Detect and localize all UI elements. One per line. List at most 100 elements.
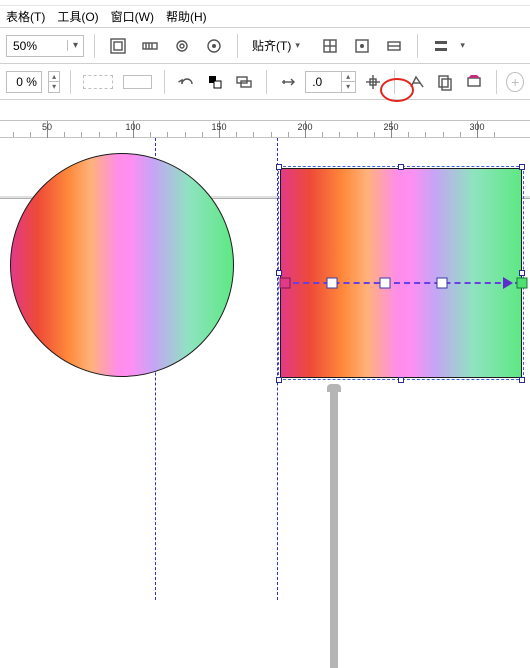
ruler-tick-minor bbox=[253, 132, 254, 137]
ruler-tick-minor bbox=[339, 132, 340, 137]
ruler-tick-minor bbox=[425, 132, 426, 137]
gradient-stop-handle[interactable] bbox=[380, 278, 391, 289]
arrange-button[interactable] bbox=[233, 69, 256, 95]
chevron-down-icon[interactable]: ▾ bbox=[67, 40, 83, 51]
ruler-tick-label: 50 bbox=[42, 122, 52, 132]
show-guides-button[interactable] bbox=[201, 33, 227, 59]
ruler-tick-minor bbox=[185, 132, 186, 137]
ruler-tick-label: 100 bbox=[125, 122, 140, 132]
ruler-tick-minor bbox=[30, 132, 31, 137]
selection-handle[interactable] bbox=[276, 270, 282, 276]
node-percent-spinner[interactable]: ▴ ▾ bbox=[48, 71, 60, 93]
gradient-stop-handle[interactable] bbox=[327, 278, 338, 289]
snap-label: 贴齐(T) bbox=[252, 37, 291, 54]
swap-colors-button[interactable] bbox=[204, 69, 227, 95]
ruler-tick-minor bbox=[460, 132, 461, 137]
separator bbox=[394, 70, 395, 94]
separator bbox=[70, 70, 71, 94]
ruler-tick-minor bbox=[408, 132, 409, 137]
menu-window[interactable]: 窗口(W) bbox=[111, 8, 154, 25]
ruler-tick-label: 200 bbox=[297, 122, 312, 132]
guideline-vertical[interactable] bbox=[277, 138, 278, 600]
node-percent-value: 0 bbox=[16, 75, 23, 89]
reverse-fill-button[interactable] bbox=[175, 69, 198, 95]
canvas-area[interactable] bbox=[0, 138, 530, 600]
show-grid-button[interactable] bbox=[169, 33, 195, 59]
offset-field[interactable]: .0 ▴ ▾ bbox=[305, 71, 355, 93]
node-percent-field[interactable]: 0 % bbox=[6, 71, 42, 93]
offset-value: .0 bbox=[306, 75, 340, 89]
copy-fill-properties-button[interactable] bbox=[434, 69, 457, 95]
gradient-end-handle[interactable] bbox=[517, 278, 528, 289]
free-transform-button[interactable] bbox=[405, 69, 428, 95]
ruler-tick-label: 150 bbox=[211, 122, 226, 132]
menu-tools[interactable]: 工具(O) bbox=[57, 8, 98, 25]
ruler-tick-label: 250 bbox=[383, 122, 398, 132]
selection-handle[interactable] bbox=[276, 377, 282, 383]
separator bbox=[417, 34, 418, 58]
gradient-vector[interactable] bbox=[283, 282, 521, 284]
options-button[interactable] bbox=[428, 33, 454, 59]
selection-handle[interactable] bbox=[519, 270, 525, 276]
selection-handle[interactable] bbox=[398, 164, 404, 170]
gradient-stop-handle[interactable] bbox=[437, 278, 448, 289]
separator bbox=[496, 70, 497, 94]
snap-options-2[interactable] bbox=[349, 33, 375, 59]
zoom-level-value: 50% bbox=[7, 39, 67, 53]
chevron-up-icon[interactable]: ▴ bbox=[48, 72, 59, 82]
ruler-tick-label: 300 bbox=[469, 122, 484, 132]
ruler-tick-minor bbox=[150, 132, 151, 137]
ruler-tick-minor bbox=[167, 132, 168, 137]
separator bbox=[94, 34, 95, 58]
color-slot-empty-1[interactable] bbox=[83, 75, 113, 89]
edit-fill-button[interactable] bbox=[463, 69, 486, 95]
full-screen-button[interactable] bbox=[105, 33, 131, 59]
ruler-tick-minor bbox=[13, 132, 14, 137]
ruler-tick-minor bbox=[271, 132, 272, 137]
ruler-tick-minor bbox=[322, 132, 323, 137]
zoom-level-combo[interactable]: 50% ▾ bbox=[6, 35, 84, 57]
selection-handle[interactable] bbox=[398, 377, 404, 383]
ruler-tick-minor bbox=[288, 132, 289, 137]
gradient-start-handle[interactable] bbox=[280, 278, 291, 289]
menu-table[interactable]: 表格(T) bbox=[6, 8, 45, 25]
coord-origin-button[interactable] bbox=[276, 69, 299, 95]
selection-handle[interactable] bbox=[276, 164, 282, 170]
ruler-horizontal[interactable]: 50 100 150 200 250 300 bbox=[0, 120, 530, 138]
add-preset-button[interactable]: + bbox=[506, 72, 524, 92]
chevron-up-icon[interactable]: ▴ bbox=[341, 72, 355, 82]
chevron-down-icon[interactable]: ▾ bbox=[341, 82, 355, 92]
chevron-down-icon: ▾ bbox=[295, 40, 307, 51]
offset-spinner[interactable]: ▴ ▾ bbox=[341, 72, 355, 92]
ruler-tick-minor bbox=[116, 132, 117, 137]
ruler-tick-minor bbox=[494, 132, 495, 137]
menubar: 表格(T) 工具(O) 窗口(W) 帮助(H) bbox=[0, 6, 530, 28]
separator bbox=[266, 70, 267, 94]
show-rulers-button[interactable] bbox=[137, 33, 163, 59]
center-marker-stem bbox=[330, 388, 338, 668]
ruler-tick-minor bbox=[236, 132, 237, 137]
percent-suffix: % bbox=[26, 75, 37, 89]
toolbar-property: 0 % ▴ ▾ .0 ▴ ▾ + bbox=[0, 64, 530, 100]
separator bbox=[237, 34, 238, 58]
ruler-tick-minor bbox=[99, 132, 100, 137]
ruler-tick-minor bbox=[202, 132, 203, 137]
chevron-down-icon[interactable]: ▾ bbox=[48, 82, 59, 92]
ruler-tick-minor bbox=[357, 132, 358, 137]
toolbar-main: 50% ▾ 贴齐(T) ▾ ▾ bbox=[0, 28, 530, 64]
snap-dropdown[interactable]: 贴齐(T) ▾ bbox=[248, 37, 311, 54]
menu-help[interactable]: 帮助(H) bbox=[166, 8, 207, 25]
gradient-end-arrow[interactable] bbox=[503, 277, 513, 289]
ruler-tick-minor bbox=[374, 132, 375, 137]
color-slot-empty-2[interactable] bbox=[123, 75, 153, 89]
chevron-down-icon[interactable]: ▾ bbox=[460, 40, 472, 51]
ruler-tick-minor bbox=[81, 132, 82, 137]
selection-handle[interactable] bbox=[519, 377, 525, 383]
rectangle-object[interactable] bbox=[280, 168, 522, 378]
selection-handle[interactable] bbox=[519, 164, 525, 170]
ellipse-object[interactable] bbox=[10, 153, 234, 377]
lock-offset-button[interactable] bbox=[362, 69, 385, 95]
snap-options-1[interactable] bbox=[317, 33, 343, 59]
separator bbox=[164, 70, 165, 94]
snap-options-3[interactable] bbox=[381, 33, 407, 59]
